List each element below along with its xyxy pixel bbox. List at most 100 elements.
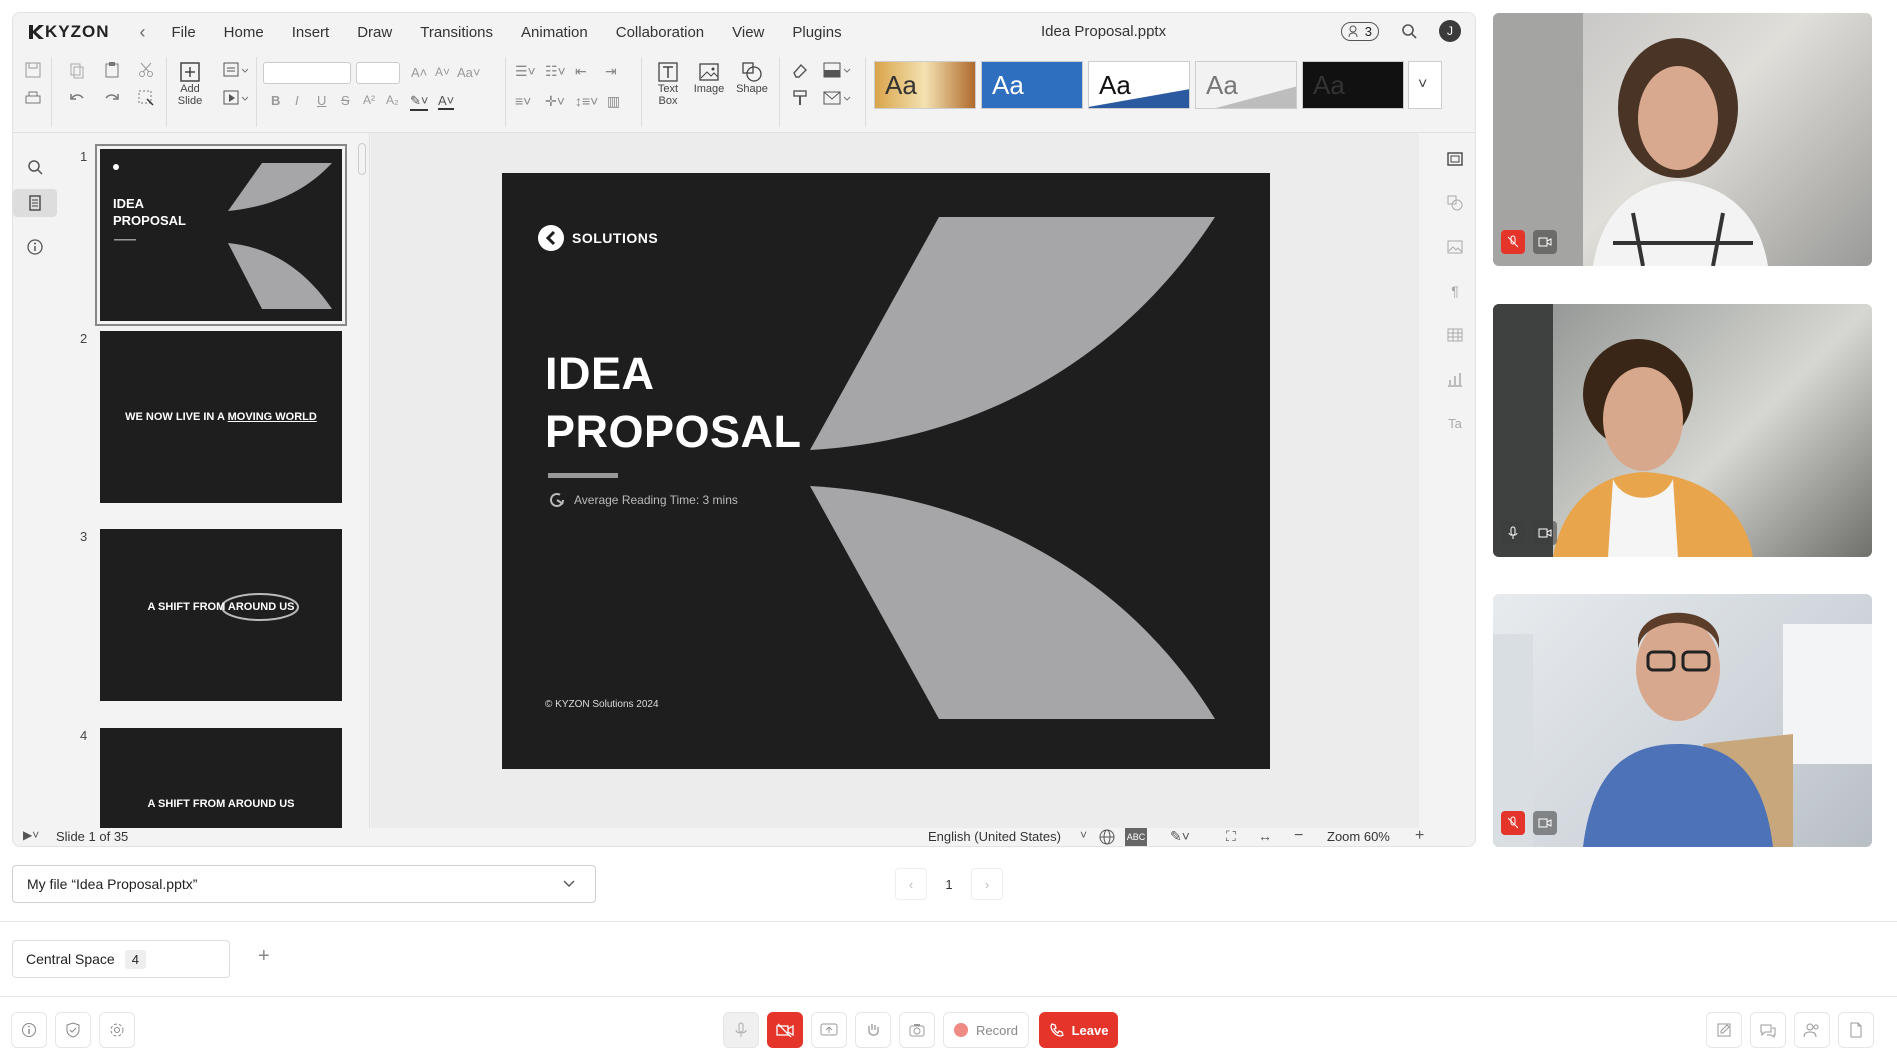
image-button[interactable]: Image <box>692 61 726 95</box>
highlight-color-icon[interactable]: ✎˅ <box>410 93 429 111</box>
fit-slide-icon[interactable]: ⛶ <box>1226 828 1236 845</box>
theme-swatch-5[interactable]: Aa <box>1302 61 1404 109</box>
columns-icon[interactable]: ▥ <box>607 93 620 110</box>
paste-icon[interactable] <box>103 61 121 79</box>
next-page-chevron-icon[interactable]: › <box>971 868 1003 900</box>
slide-thumbnail-3[interactable]: A SHIFT FROM AROUND US <box>100 529 342 701</box>
current-slide[interactable]: SOLUTIONS IDEA PROPOSAL Average Reading … <box>502 173 1270 769</box>
slide-title[interactable]: IDEA PROPOSAL <box>545 345 802 461</box>
cut-icon[interactable] <box>137 61 155 79</box>
menu-insert[interactable]: Insert <box>292 24 330 41</box>
font-family-select[interactable] <box>263 62 351 84</box>
slides-panel-icon[interactable] <box>13 189 57 217</box>
text-box-button[interactable]: Text Box <box>651 61 685 107</box>
font-size-select[interactable] <box>356 62 400 84</box>
slide-thumbnail-4[interactable]: A SHIFT FROM AROUND US <box>100 728 342 828</box>
increase-font-icon[interactable]: A˄ <box>411 65 427 80</box>
slide-layout-icon[interactable] <box>223 61 249 79</box>
italic-icon[interactable]: I <box>295 93 299 108</box>
zoom-out-icon[interactable]: − <box>1294 827 1303 845</box>
participant-1-mic-muted-icon[interactable] <box>1501 230 1525 254</box>
search-icon[interactable] <box>1401 23 1417 39</box>
spellcheck-icon[interactable]: ABC <box>1125 828 1147 846</box>
change-case-icon[interactable]: Aa˅ <box>457 65 481 80</box>
menu-collaboration[interactable]: Collaboration <box>616 24 704 41</box>
add-space-plus-icon[interactable]: + <box>258 945 270 968</box>
participant-3-camera-icon[interactable] <box>1533 811 1557 835</box>
slide-thumbnails-panel[interactable]: 1 IDEA PROPOSAL 2 WE NOW LIVE IN A MOVIN… <box>58 133 370 828</box>
underline-icon[interactable]: U <box>317 93 326 108</box>
fit-width-icon[interactable]: ↔ <box>1258 828 1272 844</box>
settings-gear-icon[interactable] <box>99 1012 135 1048</box>
vertical-align-icon[interactable]: ✛˅ <box>545 93 565 110</box>
files-icon[interactable] <box>1838 1012 1874 1048</box>
redo-icon[interactable] <box>103 89 121 107</box>
menu-home[interactable]: Home <box>224 24 264 41</box>
menu-draw[interactable]: Draw <box>357 24 392 41</box>
participant-2-mic-icon[interactable] <box>1501 521 1525 545</box>
slide-thumbnail-2[interactable]: WE NOW LIVE IN A MOVING WORLD <box>100 331 342 503</box>
shape-settings-icon[interactable] <box>1445 193 1465 213</box>
theme-swatch-4[interactable]: Aa <box>1195 61 1297 109</box>
format-painter-icon[interactable] <box>791 89 809 107</box>
chat-icon[interactable] <box>1750 1012 1786 1048</box>
slide-canvas[interactable]: SOLUTIONS IDEA PROPOSAL Average Reading … <box>371 133 1419 828</box>
menu-plugins[interactable]: Plugins <box>792 24 841 41</box>
globe-icon[interactable] <box>1098 828 1116 846</box>
shared-file-select[interactable]: My file “Idea Proposal.pptx” <box>12 865 596 903</box>
superscript-icon[interactable]: A² <box>363 93 375 107</box>
theme-swatch-2[interactable]: Aa <box>981 61 1083 109</box>
reading-time[interactable]: Average Reading Time: 3 mins <box>548 491 738 509</box>
notes-icon[interactable] <box>1706 1012 1742 1048</box>
zoom-in-icon[interactable]: + <box>1415 827 1424 845</box>
participant-3-mic-muted-icon[interactable] <box>1501 811 1525 835</box>
prev-page-chevron-icon[interactable]: ‹ <box>895 868 927 900</box>
participant-video-3[interactable] <box>1493 594 1872 847</box>
menu-animation[interactable]: Animation <box>521 24 588 41</box>
space-tab-central[interactable]: Central Space 4 <box>12 940 230 978</box>
raise-hand-icon[interactable] <box>855 1012 891 1048</box>
print-icon[interactable] <box>24 89 42 107</box>
themes-more-chevron-icon[interactable]: ˅ <box>1408 61 1442 109</box>
snapshot-camera-icon[interactable] <box>899 1012 935 1048</box>
participant-2-camera-icon[interactable] <box>1533 521 1557 545</box>
select-all-icon[interactable] <box>137 89 155 107</box>
decrease-indent-icon[interactable]: ⇤ <box>575 63 587 80</box>
undo-icon[interactable] <box>68 89 86 107</box>
share-screen-icon[interactable] <box>811 1012 847 1048</box>
menu-view[interactable]: View <box>732 24 764 41</box>
increase-indent-icon[interactable]: ⇥ <box>605 63 617 80</box>
language-chevron-icon[interactable]: ˅ <box>1080 828 1087 842</box>
theme-swatch-3[interactable]: Aa <box>1088 61 1190 109</box>
shape-button[interactable]: Shape <box>733 61 771 95</box>
participants-icon[interactable] <box>1794 1012 1830 1048</box>
slide-copyright[interactable]: © KYZON Solutions 2024 <box>545 699 659 710</box>
leave-button[interactable]: Leave <box>1039 1012 1118 1048</box>
chart-settings-icon[interactable] <box>1445 369 1465 389</box>
table-settings-icon[interactable] <box>1445 325 1465 345</box>
find-icon[interactable] <box>13 153 57 181</box>
image-settings-icon[interactable] <box>1445 237 1465 257</box>
slideshow-icon[interactable] <box>223 89 249 107</box>
slideshow-start-icon[interactable]: ▶˅ <box>23 828 39 842</box>
align-left-icon[interactable]: ≡˅ <box>515 93 531 109</box>
participant-video-1[interactable] <box>1493 13 1872 266</box>
subscript-icon[interactable]: A₂ <box>386 93 399 107</box>
thumbs-scrollbar[interactable] <box>358 143 366 175</box>
copy-icon[interactable] <box>68 61 86 79</box>
menu-transitions[interactable]: Transitions <box>420 24 493 41</box>
save-icon[interactable] <box>24 61 42 79</box>
user-avatar[interactable]: J <box>1439 20 1461 42</box>
security-shield-icon[interactable] <box>55 1012 91 1048</box>
theme-swatch-1[interactable]: Aa <box>874 61 976 109</box>
participant-video-2[interactable] <box>1493 304 1872 557</box>
bullets-icon[interactable]: ☰˅ <box>515 63 536 80</box>
slide-settings-icon[interactable] <box>1445 149 1465 169</box>
camera-off-icon[interactable] <box>767 1012 803 1048</box>
language-select[interactable]: English (United States) <box>928 829 1061 844</box>
back-chevron-icon[interactable]: ‹ <box>140 22 146 43</box>
add-slide-button[interactable]: Add Slide <box>173 61 207 107</box>
numbering-icon[interactable]: ☷˅ <box>545 63 566 80</box>
line-spacing-icon[interactable]: ↕≡˅ <box>575 93 598 109</box>
microphone-icon[interactable] <box>723 1012 759 1048</box>
